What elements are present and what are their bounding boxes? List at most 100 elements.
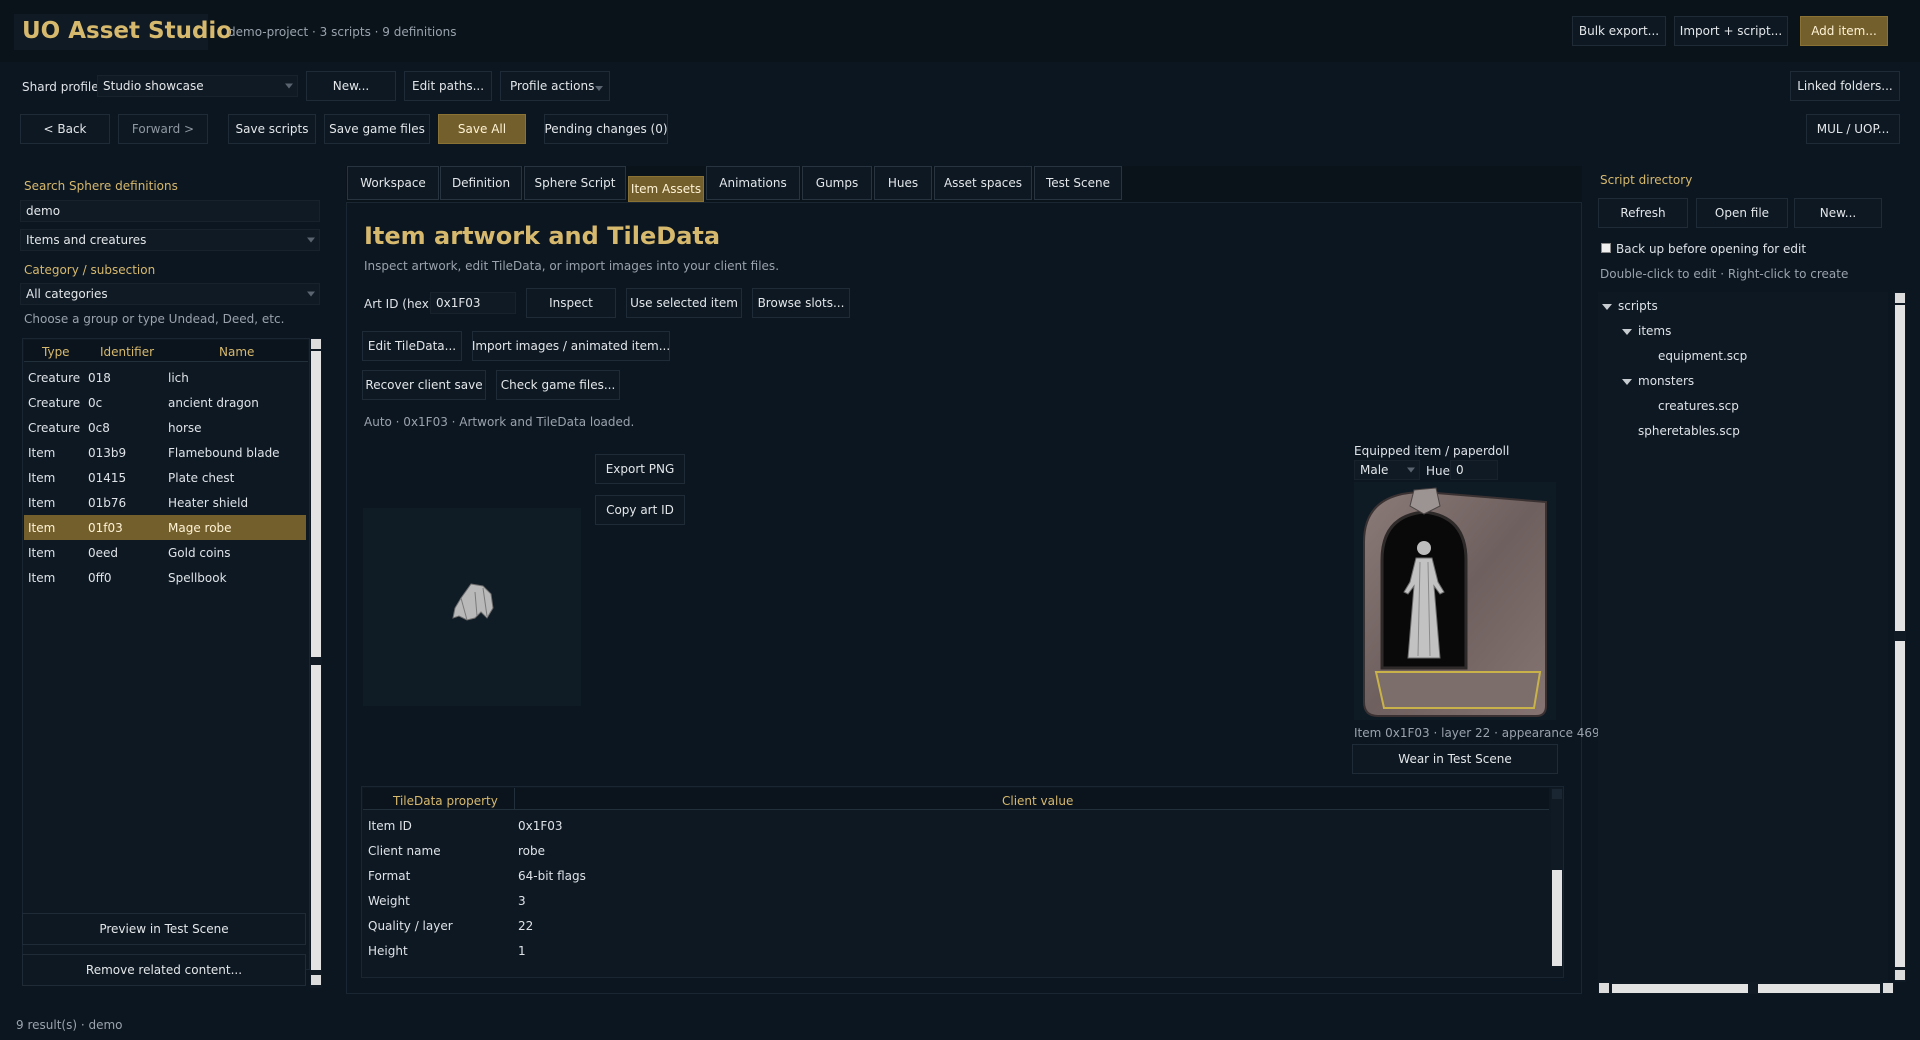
copy-art-id-button[interactable]: Copy art ID xyxy=(595,495,685,525)
browse-slots-button[interactable]: Browse slots... xyxy=(752,288,850,318)
paperdoll-preview xyxy=(1354,482,1556,720)
backup-checkbox[interactable] xyxy=(1601,243,1611,253)
tab-sphere-script[interactable]: Sphere Script xyxy=(524,166,626,200)
col-tiledata-property: TileData property xyxy=(393,794,498,808)
scroll-up-arrow[interactable] xyxy=(1552,789,1562,799)
search-label: Search Sphere definitions xyxy=(24,179,178,193)
tree-spheretables-file[interactable]: spheretables.scp xyxy=(1638,424,1740,438)
recover-client-save-button[interactable]: Recover client save xyxy=(362,370,486,400)
remove-related-button[interactable]: Remove related content... xyxy=(22,954,306,986)
tiledata-row[interactable]: Format 64-bit flags xyxy=(363,863,1543,888)
tiledata-row[interactable]: Item ID 0x1F03 xyxy=(363,813,1543,838)
tree-equipment-file[interactable]: equipment.scp xyxy=(1658,349,1747,363)
scroll-down-arrow[interactable] xyxy=(311,975,321,985)
col-client-value: Client value xyxy=(1002,794,1074,808)
tab-test-scene[interactable]: Test Scene xyxy=(1034,166,1122,200)
import-images-button[interactable]: Import images / animated item... xyxy=(472,331,670,361)
wear-in-test-scene-button[interactable]: Wear in Test Scene xyxy=(1352,744,1558,774)
edit-tiledata-button[interactable]: Edit TileData... xyxy=(362,331,462,361)
scroll-up-arrow[interactable] xyxy=(311,339,321,349)
art-id-input[interactable]: 0x1F03 xyxy=(430,292,516,314)
tree-items-folder[interactable]: items xyxy=(1622,324,1671,338)
tab-item-assets[interactable]: Item Assets xyxy=(628,176,704,202)
shard-profile-value: Studio showcase xyxy=(103,79,204,93)
tree-scripts-folder[interactable]: scripts xyxy=(1602,299,1658,313)
chevron-down-icon xyxy=(285,83,293,89)
shard-profile-select[interactable]: Studio showcase xyxy=(97,75,298,97)
table-row[interactable]: Item 01415 Plate chest xyxy=(24,465,306,490)
gender-select[interactable]: Male xyxy=(1354,460,1420,480)
tab-hues[interactable]: Hues xyxy=(874,166,932,200)
category-hint: Choose a group or type Undead, Deed, etc… xyxy=(24,312,285,326)
filter-select[interactable]: Items and creatures xyxy=(20,229,320,251)
scroll-right-arrow[interactable] xyxy=(1883,983,1893,993)
gender-value: Male xyxy=(1360,463,1389,477)
new-script-button[interactable]: New... xyxy=(1794,198,1882,228)
shard-profile-label: Shard profile xyxy=(22,80,99,94)
scroll-down-arrow[interactable] xyxy=(1895,970,1905,980)
script-tree-hscroll-right xyxy=(1758,984,1880,993)
open-file-button[interactable]: Open file xyxy=(1696,198,1788,228)
tab-gumps[interactable]: Gumps xyxy=(802,166,872,200)
forward-button[interactable]: Forward > xyxy=(118,114,208,144)
pending-changes-button[interactable]: Pending changes (0) xyxy=(544,114,668,144)
tiledata-scroll-thumb[interactable] xyxy=(1552,870,1562,966)
edit-paths-button[interactable]: Edit paths... xyxy=(404,71,492,101)
table-row[interactable]: Creature 0c ancient dragon xyxy=(24,390,306,415)
new-profile-button[interactable]: New... xyxy=(306,71,396,101)
table-row[interactable]: Creature 0c8 horse xyxy=(24,415,306,440)
hue-input[interactable]: 0 xyxy=(1450,460,1498,480)
tiledata-row[interactable]: Weight 3 xyxy=(363,888,1543,913)
definitions-scroll-thumb[interactable] xyxy=(311,351,321,657)
mul-uop-button[interactable]: MUL / UOP... xyxy=(1806,114,1900,144)
tree-monsters-label: monsters xyxy=(1638,374,1695,388)
tiledata-row[interactable]: Height 1 xyxy=(363,938,1543,963)
tree-monsters-folder[interactable]: monsters xyxy=(1622,374,1694,388)
tab-asset-spaces[interactable]: Asset spaces xyxy=(934,166,1032,200)
col-identifier: Identifier xyxy=(100,345,155,359)
tiledata-row[interactable]: Client name robe xyxy=(363,838,1543,863)
filter-value: Items and creatures xyxy=(26,233,147,247)
table-row[interactable]: Item 01b76 Heater shield xyxy=(24,490,306,515)
search-input[interactable]: demo xyxy=(20,200,320,222)
table-row-selected[interactable]: Item 01f03 Mage robe xyxy=(24,515,306,540)
inspect-button[interactable]: Inspect xyxy=(526,288,616,318)
tab-animations[interactable]: Animations xyxy=(706,166,800,200)
export-png-button[interactable]: Export PNG xyxy=(595,454,685,484)
preview-test-scene-button[interactable]: Preview in Test Scene xyxy=(22,913,306,945)
save-all-button[interactable]: Save All xyxy=(438,114,526,144)
tiledata-header xyxy=(363,788,1549,810)
refresh-button[interactable]: Refresh xyxy=(1598,198,1688,228)
col-name: Name xyxy=(219,345,255,359)
tiledata-row[interactable]: Quality / layer 22 xyxy=(363,913,1543,938)
tab-definition[interactable]: Definition xyxy=(440,166,522,200)
table-row[interactable]: Item 013b9 Flamebound blade xyxy=(24,440,306,465)
tab-workspace[interactable]: Workspace xyxy=(347,166,439,200)
expand-icon xyxy=(1602,303,1612,310)
script-tree-hscroll-thumb[interactable] xyxy=(1612,984,1748,993)
table-row[interactable]: Item 0ff0 Spellbook xyxy=(24,565,306,590)
table-row[interactable]: Creature 018 lich xyxy=(24,365,306,390)
save-scripts-button[interactable]: Save scripts xyxy=(228,114,316,144)
profile-actions-button[interactable]: Profile actions xyxy=(500,71,610,101)
script-tree-vscroll-thumb[interactable] xyxy=(1895,305,1905,631)
bulk-export-button[interactable]: Bulk export... xyxy=(1572,16,1666,46)
page-title: Item artwork and TileData xyxy=(364,222,721,250)
script-directory-title: Script directory xyxy=(1600,173,1693,187)
expand-icon xyxy=(1622,328,1632,335)
import-script-button[interactable]: Import + script... xyxy=(1674,16,1788,46)
back-button[interactable]: < Back xyxy=(20,114,110,144)
profile-actions-label: Profile actions xyxy=(510,79,595,93)
tree-creatures-file[interactable]: creatures.scp xyxy=(1658,399,1739,413)
project-info: demo-project · 3 scripts · 9 definitions xyxy=(228,25,457,39)
check-game-files-button[interactable]: Check game files... xyxy=(496,370,620,400)
scroll-up-arrow[interactable] xyxy=(1895,293,1905,303)
save-game-files-button[interactable]: Save game files xyxy=(324,114,430,144)
category-select[interactable]: All categories xyxy=(20,283,320,305)
chevron-down-icon xyxy=(595,86,603,91)
table-row[interactable]: Item 0eed Gold coins xyxy=(24,540,306,565)
linked-folders-button[interactable]: Linked folders... xyxy=(1790,71,1900,101)
scroll-left-arrow[interactable] xyxy=(1599,983,1609,993)
use-selected-item-button[interactable]: Use selected item xyxy=(626,288,742,318)
add-item-button[interactable]: Add item... xyxy=(1800,16,1888,46)
